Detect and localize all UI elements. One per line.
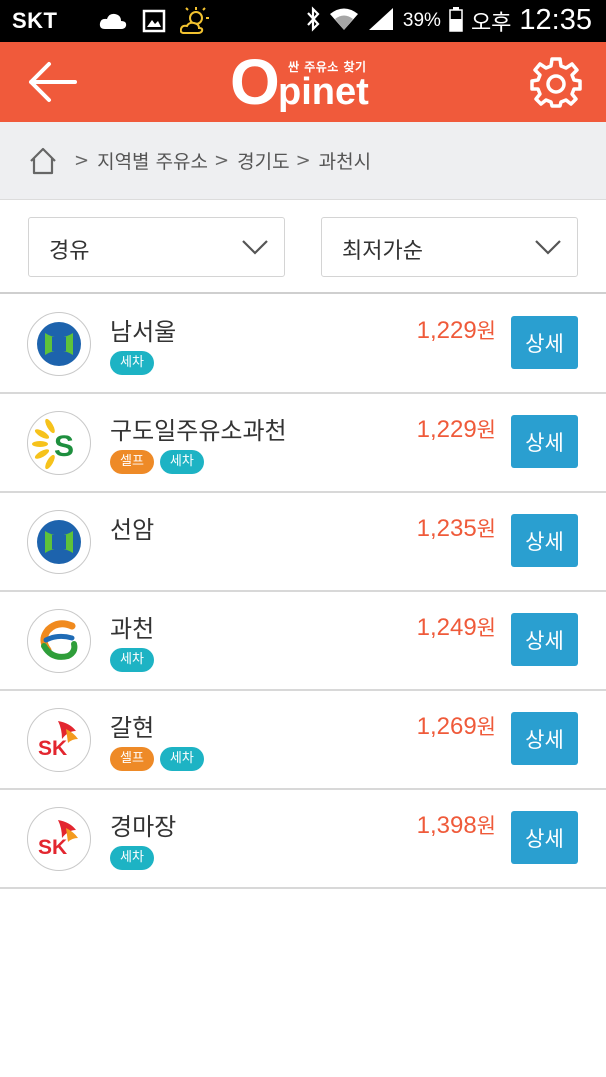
station-name: 경마장 — [110, 813, 177, 841]
settings-button[interactable] — [528, 54, 584, 110]
sort-order-select[interactable]: 최저가순 — [321, 217, 578, 277]
clock: 12:35 — [519, 4, 592, 36]
car-wash-tag: 세차 — [110, 846, 154, 870]
self-service-tag: 셀프 — [110, 747, 154, 771]
breadcrumb: > 지역별 주유소 > 경기도 > 과천시 — [0, 122, 606, 200]
station-row[interactable]: SK 경마장 세차 1,398원 상세 — [0, 790, 606, 889]
chevron-right-icon: > — [295, 150, 311, 171]
station-price: 1,229원 — [416, 317, 496, 344]
station-name: 갈현 — [110, 714, 155, 742]
chevron-down-icon — [242, 240, 268, 255]
station-name: 선암 — [110, 516, 155, 544]
sk-energy-logo: SK — [27, 708, 91, 772]
svg-text:SK: SK — [38, 836, 67, 859]
svg-text:SK: SK — [38, 737, 67, 760]
logo-o: O — [230, 46, 280, 118]
chevron-right-icon: > — [74, 150, 90, 171]
detail-button[interactable]: 상세 — [511, 613, 578, 666]
station-row[interactable]: S 구도일주유소과천 셀프 세차 1,229원 상세 — [0, 394, 606, 493]
fuel-type-value: 경유 — [49, 239, 90, 264]
cloud-icon — [98, 9, 128, 37]
chevron-right-icon: > — [214, 150, 230, 171]
station-price: 1,269원 — [416, 713, 496, 740]
signal-icon — [367, 6, 395, 36]
self-service-tag: 셀프 — [110, 450, 154, 474]
station-price: 1,249원 — [416, 614, 496, 641]
status-bar: SKT 39% 오후 12:35 — [0, 0, 606, 42]
station-name: 구도일주유소과천 — [110, 417, 287, 445]
s-oil-logo: S — [27, 411, 91, 475]
detail-button[interactable]: 상세 — [511, 712, 578, 765]
logo-wordmark: pinet — [278, 71, 369, 113]
breadcrumb-city[interactable]: 과천시 — [319, 147, 371, 174]
back-arrow-icon — [29, 62, 77, 102]
car-wash-tag: 세차 — [110, 648, 154, 672]
battery-icon — [449, 6, 463, 36]
station-price: 1,398원 — [416, 812, 496, 839]
station-price: 1,229원 — [416, 416, 496, 443]
back-button[interactable] — [22, 54, 82, 110]
battery-percent: 39% — [402, 9, 441, 31]
station-row[interactable]: 선암 1,235원 상세 — [0, 493, 606, 592]
opinet-logo: 싼 주유소 찾기 O pinet — [230, 50, 380, 116]
station-name: 과천 — [110, 615, 155, 643]
hyundai-oilbank-logo — [27, 510, 91, 574]
detail-button[interactable]: 상세 — [511, 316, 578, 369]
sort-order-value: 최저가순 — [342, 239, 423, 264]
station-row[interactable]: 남서울 세차 1,229원 상세 — [0, 295, 606, 394]
detail-button[interactable]: 상세 — [511, 415, 578, 468]
car-wash-tag: 세차 — [159, 450, 204, 474]
hyundai-oilbank-logo — [27, 312, 91, 376]
fuel-type-select[interactable]: 경유 — [28, 217, 285, 277]
detail-button[interactable]: 상세 — [511, 514, 578, 567]
breadcrumb-region[interactable]: 지역별 주유소 — [97, 147, 208, 174]
station-price: 1,235원 — [416, 515, 496, 542]
wifi-icon — [329, 6, 359, 36]
sk-energy-logo: SK — [27, 807, 91, 871]
home-icon[interactable] — [28, 146, 58, 176]
ampm-label: 오후 — [470, 10, 512, 36]
gallery-icon — [142, 9, 166, 37]
station-name: 남서울 — [110, 318, 177, 346]
chevron-down-icon — [535, 240, 561, 255]
settings-gear-icon — [530, 57, 582, 108]
car-wash-tag: 세차 — [110, 351, 154, 375]
filter-bar: 경유 최저가순 — [0, 200, 606, 294]
detail-button[interactable]: 상세 — [511, 811, 578, 864]
weather-sun-cloud-icon — [179, 7, 210, 39]
car-wash-tag: 세차 — [159, 747, 204, 771]
carrier-label: SKT — [12, 8, 58, 33]
bluetooth-icon — [305, 5, 321, 36]
gs-caltex-logo — [27, 609, 91, 673]
app-header: 싼 주유소 찾기 O pinet — [0, 42, 606, 122]
station-row[interactable]: SK 갈현 셀프 세차 1,269원 상세 — [0, 691, 606, 790]
station-list: 남서울 세차 1,229원 상세 S 구도일주유소과천 셀프 세차 1,229원… — [0, 295, 606, 889]
svg-text:S: S — [54, 430, 74, 463]
station-row[interactable]: 과천 세차 1,249원 상세 — [0, 592, 606, 691]
breadcrumb-province[interactable]: 경기도 — [237, 147, 289, 174]
